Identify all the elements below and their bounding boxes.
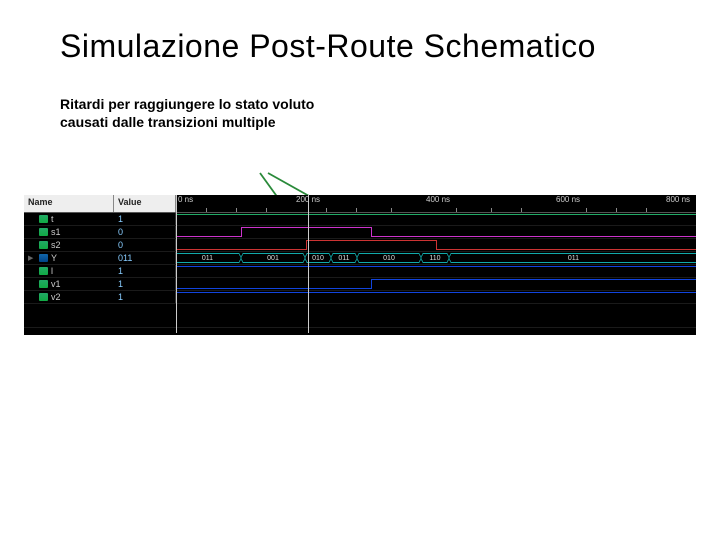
- slide-subtitle: Ritardi per raggiungere lo stato voluto …: [0, 65, 720, 131]
- signal-row[interactable]: t 1: [24, 213, 696, 226]
- signal-scalar-icon: [39, 215, 48, 223]
- signal-bus-icon: [39, 254, 48, 262]
- signal-value-cell: 1: [114, 213, 176, 225]
- signal-value-cell: 1: [114, 265, 176, 277]
- time-ruler[interactable]: 0 ns 200 ns 400 ns 600 ns 800 ns: [176, 195, 696, 212]
- signal-wave[interactable]: 011 001 010 011 010 110 011: [176, 252, 696, 264]
- time-tick: 600 ns: [556, 195, 580, 204]
- bus-segment: 110: [423, 253, 447, 263]
- bus-segment: 001: [243, 253, 303, 263]
- subtitle-line-2: causati dalle transizioni multiple: [60, 114, 276, 130]
- expand-toggle[interactable]: ▶: [28, 254, 36, 262]
- signal-value-cell: 0: [114, 226, 176, 238]
- signal-name-cell: v1: [24, 278, 114, 290]
- signal-row[interactable]: s2 0: [24, 239, 696, 252]
- bus-segment: 011: [333, 253, 355, 263]
- time-tick: 0 ns: [178, 195, 193, 204]
- signal-row[interactable]: ▶ Y 011 011 001 010 011 010 110: [24, 252, 696, 265]
- signal-value-cell: 0: [114, 239, 176, 251]
- signal-name-cell: t: [24, 213, 114, 225]
- signal-name-cell: v2: [24, 291, 114, 303]
- signal-value-cell: 1: [114, 278, 176, 290]
- signal-label: s2: [51, 240, 61, 250]
- bus-segment: 010: [307, 253, 329, 263]
- bus-segment: 010: [359, 253, 419, 263]
- time-cursor[interactable]: [308, 195, 309, 333]
- signal-name-cell: s2: [24, 239, 114, 251]
- signal-row[interactable]: l 1: [24, 265, 696, 278]
- signal-label: l: [51, 266, 53, 276]
- signal-scalar-icon: [39, 241, 48, 249]
- signal-scalar-icon: [39, 267, 48, 275]
- signal-wave[interactable]: [176, 239, 696, 251]
- signal-row[interactable]: s1 0: [24, 226, 696, 239]
- signal-wave[interactable]: [176, 226, 696, 238]
- signal-name-cell: ▶ Y: [24, 252, 114, 264]
- time-cursor[interactable]: [176, 195, 177, 333]
- signal-name-cell: s1: [24, 226, 114, 238]
- waveform-rows: t 1 s1 0: [24, 213, 696, 328]
- waveform-panel: Name Value 0 ns 200 ns 400 ns 600 ns 800…: [24, 195, 696, 335]
- signal-value-cell: 1: [114, 291, 176, 303]
- signal-label: s1: [51, 227, 61, 237]
- signal-wave[interactable]: [176, 291, 696, 303]
- signal-wave[interactable]: [176, 213, 696, 225]
- subtitle-line-1: Ritardi per raggiungere lo stato voluto: [60, 96, 314, 112]
- signal-label: t: [51, 214, 54, 224]
- slide: Simulazione Post-Route Schematico Ritard…: [0, 0, 720, 540]
- signal-scalar-icon: [39, 293, 48, 301]
- signal-label: Y: [51, 253, 57, 263]
- column-header-value[interactable]: Value: [114, 195, 176, 212]
- signal-scalar-icon: [39, 280, 48, 288]
- empty-row: [24, 304, 696, 328]
- time-tick: 400 ns: [426, 195, 450, 204]
- column-header-name[interactable]: Name: [24, 195, 114, 212]
- signal-name-cell: l: [24, 265, 114, 277]
- bus-segment: 011: [176, 253, 239, 263]
- bus-segment: 011: [451, 253, 696, 263]
- signal-wave[interactable]: [176, 278, 696, 290]
- waveform-header: Name Value 0 ns 200 ns 400 ns 600 ns 800…: [24, 195, 696, 213]
- time-tick: 800 ns: [666, 195, 690, 204]
- signal-label: v1: [51, 279, 61, 289]
- signal-value-cell: 011: [114, 252, 176, 264]
- signal-scalar-icon: [39, 228, 48, 236]
- signal-wave[interactable]: [176, 265, 696, 277]
- signal-label: v2: [51, 292, 61, 302]
- slide-title: Simulazione Post-Route Schematico: [0, 0, 720, 65]
- signal-row[interactable]: v1 1: [24, 278, 696, 291]
- signal-row[interactable]: v2 1: [24, 291, 696, 304]
